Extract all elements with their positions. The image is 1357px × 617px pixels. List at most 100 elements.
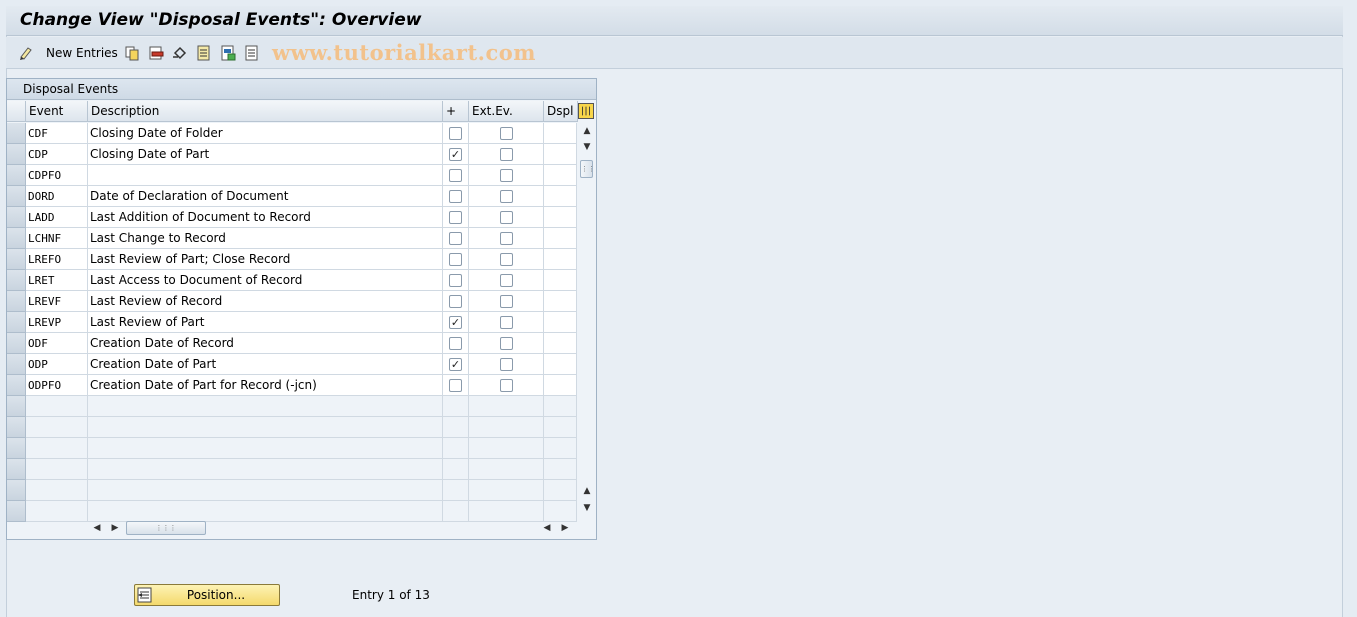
ext-ev-checkbox[interactable]	[500, 358, 513, 371]
table-row[interactable]: LADD Last Addition of Document to Record	[7, 207, 577, 228]
row-selector[interactable]	[7, 270, 26, 291]
row-selector[interactable]	[7, 123, 26, 144]
vertical-scroll-thumb[interactable]: ⋮⋮	[580, 160, 595, 178]
ext-ev-checkbox[interactable]	[500, 127, 513, 140]
dspl-cell[interactable]	[544, 270, 577, 291]
event-cell[interactable]: LRET	[26, 270, 88, 291]
description-cell[interactable]: Creation Date of Part for Record (-jcn)	[88, 375, 443, 396]
description-cell[interactable]	[88, 396, 443, 417]
page-down-icon[interactable]: ▼	[582, 503, 592, 513]
vertical-scrollbar[interactable]: ▲ ▼ ⋮⋮ ▲ ▼	[578, 122, 596, 518]
column-header-description[interactable]: Description	[88, 101, 443, 122]
dspl-cell[interactable]	[544, 375, 577, 396]
description-cell[interactable]	[88, 165, 443, 186]
table-row[interactable]: LREVP Last Review of Part ✓	[7, 312, 577, 333]
event-cell[interactable]	[26, 501, 88, 522]
scroll-right-end-icon[interactable]: ▶	[560, 523, 570, 533]
event-cell[interactable]: LADD	[26, 207, 88, 228]
dspl-cell[interactable]	[544, 144, 577, 165]
plus-checkbox[interactable]: ✓	[449, 358, 462, 371]
dspl-cell[interactable]	[544, 249, 577, 270]
event-cell[interactable]: LREFO	[26, 249, 88, 270]
scroll-down-icon[interactable]: ▼	[582, 142, 592, 152]
ext-ev-checkbox[interactable]	[500, 316, 513, 329]
table-row[interactable]: LREFO Last Review of Part; Close Record	[7, 249, 577, 270]
ext-ev-checkbox[interactable]	[500, 169, 513, 182]
table-row[interactable]: ODF Creation Date of Record	[7, 333, 577, 354]
ext-ev-checkbox[interactable]	[500, 232, 513, 245]
row-selector[interactable]	[7, 354, 26, 375]
plus-checkbox[interactable]	[449, 232, 462, 245]
table-row[interactable]: LRET Last Access to Document of Record	[7, 270, 577, 291]
table-row[interactable]: ODP Creation Date of Part ✓	[7, 354, 577, 375]
description-cell[interactable]	[88, 459, 443, 480]
description-cell[interactable]: Last Access to Document of Record	[88, 270, 443, 291]
dspl-cell[interactable]	[544, 333, 577, 354]
dspl-cell[interactable]	[544, 480, 577, 501]
new-entries-button[interactable]: New Entries	[46, 46, 118, 60]
select-all-rows-corner[interactable]	[7, 101, 26, 122]
row-selector[interactable]	[7, 375, 26, 396]
undo-icon[interactable]	[172, 45, 188, 61]
scroll-up-icon[interactable]: ▲	[582, 126, 592, 136]
table-row[interactable]: CDPFO	[7, 165, 577, 186]
table-row[interactable]: DORD Date of Declaration of Document	[7, 186, 577, 207]
table-row[interactable]: LREVF Last Review of Record	[7, 291, 577, 312]
row-selector[interactable]	[7, 228, 26, 249]
dspl-cell[interactable]	[544, 123, 577, 144]
ext-ev-checkbox[interactable]	[500, 295, 513, 308]
event-cell[interactable]: DORD	[26, 186, 88, 207]
dspl-cell[interactable]	[544, 291, 577, 312]
table-row[interactable]	[7, 438, 577, 459]
event-cell[interactable]: LREVP	[26, 312, 88, 333]
description-cell[interactable]: Last Review of Part; Close Record	[88, 249, 443, 270]
ext-ev-checkbox[interactable]	[500, 190, 513, 203]
row-selector[interactable]	[7, 249, 26, 270]
description-cell[interactable]: Last Change to Record	[88, 228, 443, 249]
table-row[interactable]	[7, 417, 577, 438]
position-button[interactable]: Position...	[134, 584, 280, 606]
table-row[interactable]	[7, 396, 577, 417]
event-cell[interactable]: CDF	[26, 123, 88, 144]
table-row[interactable]	[7, 480, 577, 501]
event-cell[interactable]: ODPFO	[26, 375, 88, 396]
row-selector[interactable]	[7, 396, 26, 417]
plus-checkbox[interactable]: ✓	[449, 316, 462, 329]
row-selector[interactable]	[7, 459, 26, 480]
column-settings-icon[interactable]	[578, 103, 594, 119]
dspl-cell[interactable]	[544, 417, 577, 438]
row-selector[interactable]	[7, 165, 26, 186]
description-cell[interactable]	[88, 417, 443, 438]
deselect-all-icon[interactable]	[244, 45, 260, 61]
event-cell[interactable]	[26, 438, 88, 459]
event-cell[interactable]	[26, 480, 88, 501]
row-selector[interactable]	[7, 480, 26, 501]
description-cell[interactable]	[88, 480, 443, 501]
dspl-cell[interactable]	[544, 165, 577, 186]
ext-ev-checkbox[interactable]	[500, 337, 513, 350]
plus-checkbox[interactable]	[449, 190, 462, 203]
row-selector[interactable]	[7, 501, 26, 522]
row-selector[interactable]	[7, 312, 26, 333]
edit-pencil-icon[interactable]	[18, 45, 34, 61]
plus-checkbox[interactable]	[449, 169, 462, 182]
dspl-cell[interactable]	[544, 312, 577, 333]
row-selector[interactable]	[7, 333, 26, 354]
dspl-cell[interactable]	[544, 207, 577, 228]
copy-icon[interactable]	[124, 45, 140, 61]
dspl-cell[interactable]	[544, 459, 577, 480]
table-row[interactable]: CDF Closing Date of Folder	[7, 123, 577, 144]
horizontal-scroll-thumb[interactable]: ⋮⋮⋮	[126, 521, 206, 535]
plus-checkbox[interactable]	[449, 295, 462, 308]
event-cell[interactable]: CDPFO	[26, 165, 88, 186]
event-cell[interactable]	[26, 459, 88, 480]
dspl-cell[interactable]	[544, 438, 577, 459]
table-row[interactable]: ODPFO Creation Date of Part for Record (-…	[7, 375, 577, 396]
description-cell[interactable]: Closing Date of Folder	[88, 123, 443, 144]
event-cell[interactable]: ODF	[26, 333, 88, 354]
event-cell[interactable]: LCHNF	[26, 228, 88, 249]
plus-checkbox[interactable]	[449, 127, 462, 140]
ext-ev-checkbox[interactable]	[500, 148, 513, 161]
select-all-icon[interactable]	[196, 45, 212, 61]
description-cell[interactable]: Creation Date of Part	[88, 354, 443, 375]
